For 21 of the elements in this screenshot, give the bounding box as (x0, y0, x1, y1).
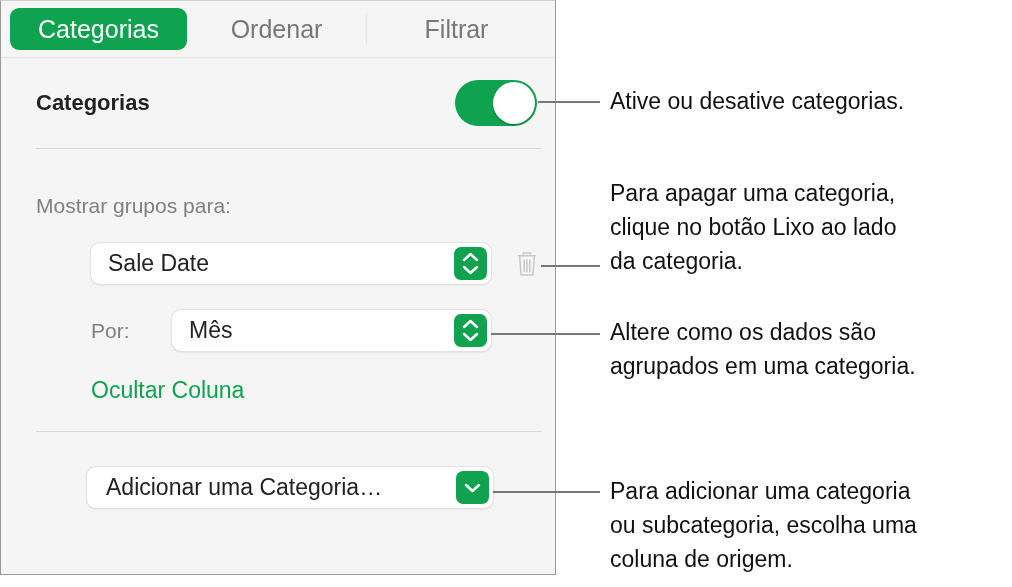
group-label: Mostrar grupos para: (36, 194, 232, 218)
tab[interactable]: Categorias (10, 8, 187, 50)
callout-text: Altere como os dados são agrupados em uma categoria. (610, 318, 916, 381)
callout-text: Para apagar uma categoria, clique no botão Lixo ao lado da categoria. (610, 179, 897, 276)
column-popup[interactable]: Sale Date (91, 243, 491, 284)
tab[interactable]: Filtrar (367, 8, 546, 50)
section-title: Categorias (36, 90, 150, 116)
grouping-popup[interactable]: Mês (172, 310, 491, 351)
by-label: Por: (91, 318, 131, 343)
trash-icon (516, 250, 538, 277)
leader-line (538, 101, 600, 103)
hide-column-link[interactable]: Ocultar Coluna (91, 377, 245, 404)
callout-text: Ative ou desative categorias. (610, 87, 905, 116)
stepper-icon (454, 314, 487, 347)
tab[interactable]: Ordenar (187, 8, 366, 50)
add-category-popup[interactable]: Adicionar uma Categoria… (87, 467, 493, 508)
chevron-down-icon (456, 471, 489, 504)
stepper-icon (454, 247, 487, 280)
toggle-switch[interactable] (455, 80, 537, 126)
leader-line (541, 265, 600, 267)
callout-text: Para adicionar uma categoria ou subcategoria, escolha uma coluna de origem. (610, 477, 917, 574)
